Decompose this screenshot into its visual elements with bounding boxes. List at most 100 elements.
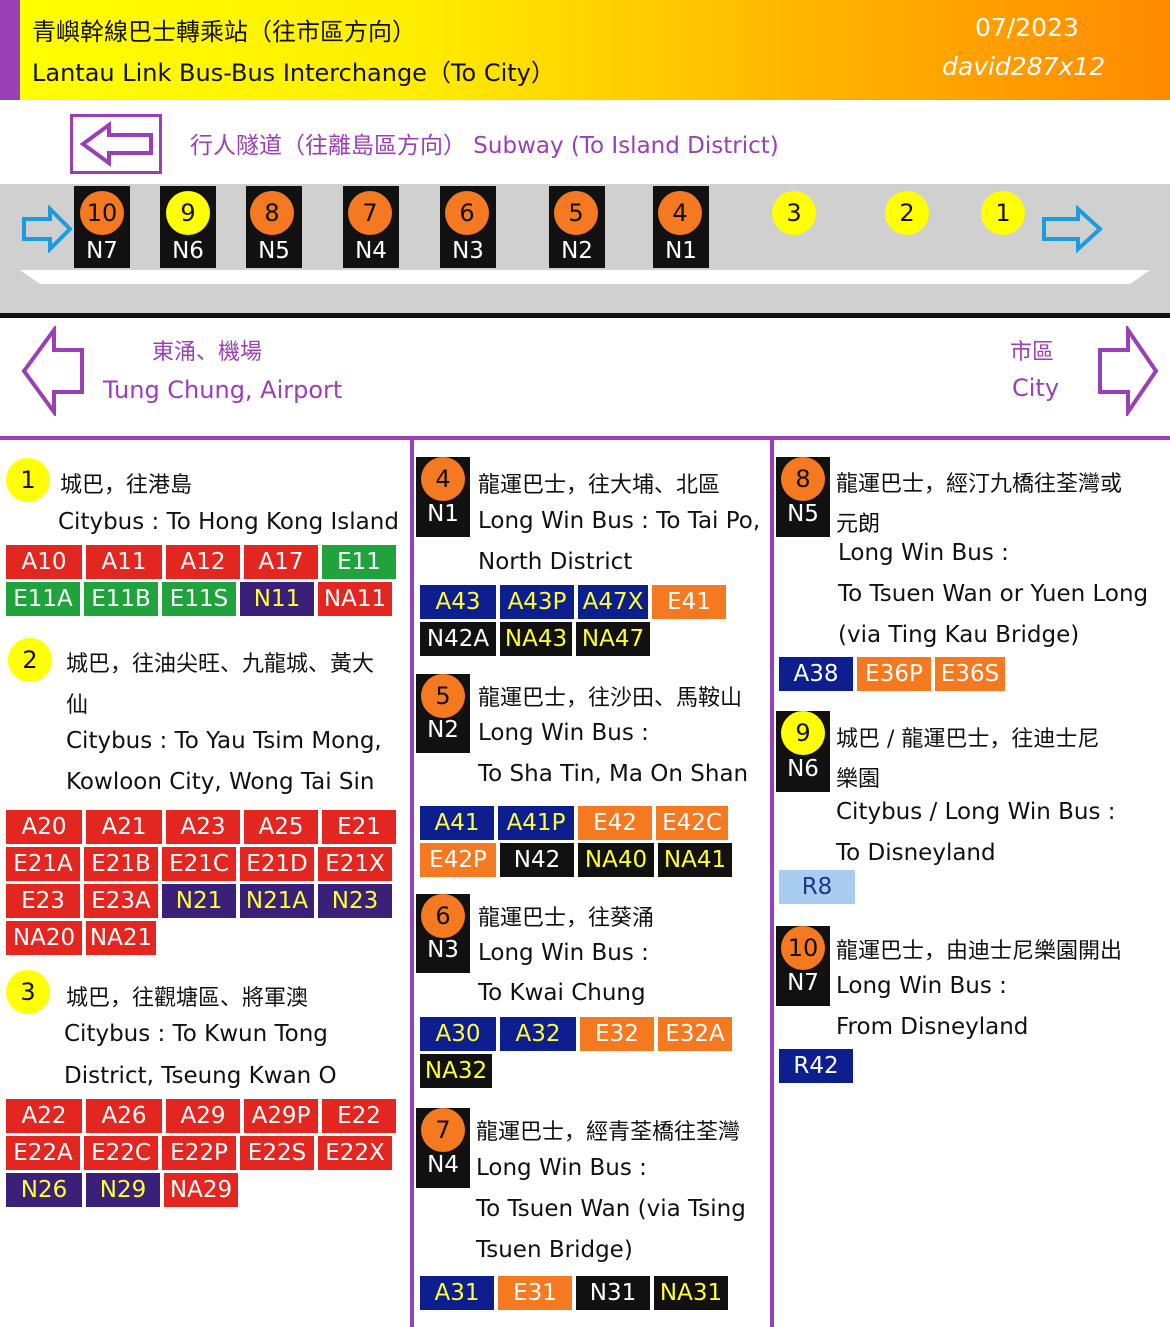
header-accent-bar — [0, 0, 20, 100]
route-badge: A12 — [166, 545, 240, 579]
route-badge: E21D — [240, 847, 314, 881]
route-row: A43 A43P A47X E41 — [420, 585, 730, 622]
stop-description: To Kwai Chung — [478, 980, 646, 1006]
stop-description: District, Tseung Kwan O — [64, 1063, 337, 1089]
stop-description: 元朗 — [836, 512, 881, 537]
route-badge: R8 — [779, 870, 855, 904]
stop-description: 城巴 / 龍運巴士，往迪士尼 — [836, 727, 1100, 752]
right-arrow-icon — [22, 205, 73, 253]
route-badge: N31 — [576, 1276, 650, 1310]
route-badge: E21C — [162, 847, 236, 881]
route-grid: A20 A21 A23 A25 E21 E21A E21B E21C E21D E21X E23 E2… — [6, 810, 400, 958]
column-divider — [770, 440, 774, 1327]
stop-description: To Sha Tin, Ma On Shan — [478, 761, 749, 787]
stop-description: Citybus : To Kwun Tong — [64, 1021, 328, 1047]
route-badge: A41 — [420, 806, 494, 840]
route-grid: A22 A26 A29 A29P E22 E22A E22C E22P E22S E22X N26 N… — [6, 1099, 400, 1210]
stop-description: 城巴，往油尖旺、九龍城、黃大 — [66, 652, 375, 677]
stop-code: N6 — [787, 756, 819, 782]
route-badge: E42P — [420, 843, 496, 877]
stop-description: North District — [478, 549, 633, 575]
route-row: A30 A32 E32 E32A — [420, 1017, 736, 1054]
route-row: E21A E21B E21C E21D E21X — [6, 847, 400, 884]
stop-description: 龍運巴士，往沙田、馬鞍山 — [478, 686, 743, 711]
route-badge: A30 — [420, 1017, 496, 1051]
route-badge: E36S — [935, 657, 1005, 691]
stop-description: From Disneyland — [836, 1014, 1029, 1040]
route-badge: A29P — [244, 1099, 318, 1133]
stop-code: N1 — [427, 501, 459, 527]
bay-code: N7 — [86, 238, 118, 264]
direction-left-zh: 東涌、機場 — [152, 340, 263, 365]
stop-description: 龍運巴士，往葵涌 — [478, 906, 655, 931]
route-badge: A26 — [86, 1099, 162, 1133]
bay-number-badge: 7 — [348, 191, 392, 235]
stop-code: N4 — [427, 1152, 459, 1178]
route-badge: E21X — [318, 847, 392, 881]
route-badge: A17 — [244, 545, 318, 579]
route-badge: N29 — [86, 1173, 160, 1207]
route-badge: E11S — [162, 582, 236, 616]
route-row: A20 A21 A23 A25 E21 — [6, 810, 400, 847]
bay-number-badge: 6 — [445, 191, 489, 235]
bay-number-badge: 9 — [166, 191, 210, 235]
stop-number-badge: 7 — [421, 1108, 465, 1152]
bay-number-badge: 2 — [885, 191, 929, 235]
route-row: NA32 — [420, 1054, 736, 1091]
route-grid: R8 — [779, 870, 859, 907]
route-badge: A32 — [500, 1017, 576, 1051]
stop-number-badge: 10 — [781, 926, 825, 970]
bay-number-badge: 3 — [772, 191, 816, 235]
stop-description: Kowloon City, Wong Tai Sin — [66, 769, 375, 795]
route-grid: A41 A41P E42 E42C E42P N42 NA40 NA41 — [420, 806, 736, 880]
bay-code: N6 — [172, 238, 204, 264]
route-row: A38 E36P E36S — [779, 657, 1009, 694]
route-badge: N42 — [500, 843, 574, 877]
route-badge: NA32 — [420, 1054, 492, 1088]
route-badge: NA40 — [578, 843, 654, 877]
stop-code: N3 — [427, 937, 459, 963]
stop-description: 龍運巴士，由迪士尼樂園開出 — [836, 939, 1123, 964]
route-row: E11A E11B E11S N11 NA11 — [6, 582, 400, 619]
route-badge: E21A — [6, 847, 80, 881]
stop-description: To Tsuen Wan or Yuen Long — [838, 581, 1149, 607]
route-badge: A47X — [578, 585, 648, 619]
route-row: E42P N42 NA40 NA41 — [420, 843, 736, 880]
route-row: A10 A11 A12 A17 E11 — [6, 545, 400, 582]
route-badge: E21 — [322, 810, 396, 844]
bay-number-badge: 4 — [658, 191, 702, 235]
stop-description: Long Win Bus : To Tai Po, — [478, 508, 761, 534]
bay-number-badge: 1 — [981, 191, 1025, 235]
route-badge: E31 — [498, 1276, 572, 1310]
route-badge: E32 — [580, 1017, 654, 1051]
stop-description: Long Win Bus : — [478, 940, 649, 966]
route-badge: E22 — [322, 1099, 396, 1133]
route-grid: A31 E31 N31 NA31 — [420, 1276, 732, 1313]
stop-number-badge: 8 — [781, 457, 825, 501]
route-badge: A23 — [166, 810, 240, 844]
route-row: A41 A41P E42 E42C — [420, 806, 736, 843]
stop-number-badge: 2 — [8, 638, 52, 682]
stop-number-badge: 5 — [421, 674, 465, 718]
left-arrow-icon — [79, 121, 153, 167]
route-badge: E22C — [84, 1136, 158, 1170]
stop-description: 城巴，往港島 — [60, 473, 193, 498]
stop-description: (via Ting Kau Bridge) — [838, 622, 1080, 648]
bay-code: N1 — [665, 238, 697, 264]
stop-description: 龍運巴士，往大埔、北區 — [478, 473, 721, 498]
route-badge: A38 — [779, 657, 853, 691]
route-badge: A29 — [166, 1099, 240, 1133]
route-row: NA20 NA21 — [6, 921, 400, 958]
route-badge: N21A — [240, 884, 314, 918]
bay-code: N4 — [355, 238, 387, 264]
route-grid: R42 — [779, 1049, 857, 1086]
stop-description: 仙 — [66, 693, 89, 718]
route-badge: A43P — [500, 585, 574, 619]
route-badge: NA31 — [654, 1276, 728, 1310]
route-badge: NA11 — [318, 582, 392, 616]
section-divider — [0, 436, 1170, 440]
direction-left-en: Tung Chung, Airport — [103, 376, 343, 404]
route-badge: E11B — [84, 582, 158, 616]
bay-code: N2 — [561, 238, 593, 264]
route-badge: A31 — [420, 1276, 494, 1310]
